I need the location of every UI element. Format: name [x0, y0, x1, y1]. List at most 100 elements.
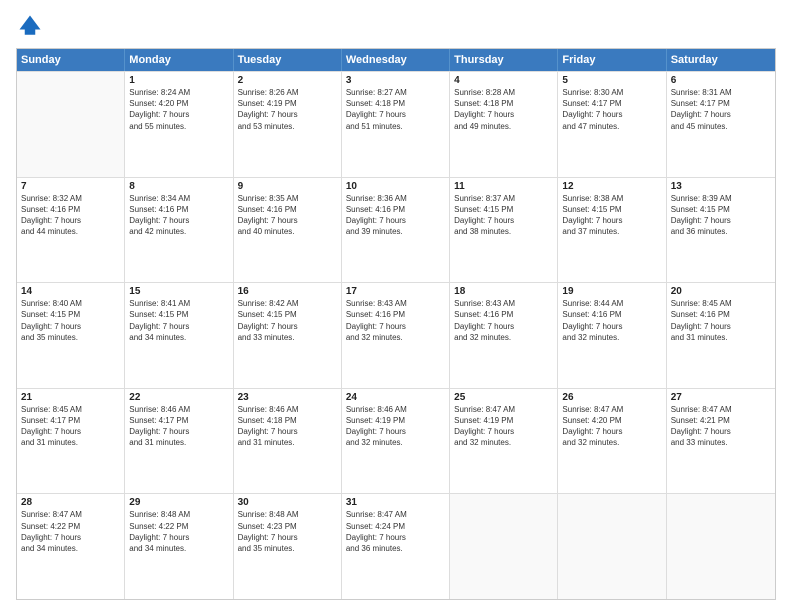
page: SundayMondayTuesdayWednesdayThursdayFrid… [0, 0, 792, 612]
calendar-row: 14Sunrise: 8:40 AMSunset: 4:15 PMDayligh… [17, 282, 775, 388]
cell-text: and 36 minutes. [346, 543, 445, 554]
cell-text: and 47 minutes. [562, 121, 661, 132]
cell-text: Sunrise: 8:46 AM [346, 404, 445, 415]
cell-text: Sunset: 4:20 PM [562, 415, 661, 426]
cell-text: and 31 minutes. [129, 437, 228, 448]
cell-text: Daylight: 7 hours [671, 426, 771, 437]
calendar-row: 28 Sunrise: 8:47 AM Sunset: 4:22 PM Dayligh… [17, 493, 775, 599]
day-number: 1 [129, 75, 228, 86]
cell-text: Sunrise: 8:47 AM [346, 509, 445, 520]
header [16, 12, 776, 40]
day-number: 15 [129, 286, 228, 297]
cell-text: Daylight: 7 hours [346, 321, 445, 332]
calendar-cell: 5Sunrise: 8:30 AMSunset: 4:17 PMDaylight… [558, 72, 666, 177]
cell-text: and 32 minutes. [346, 437, 445, 448]
cell-text: Sunrise: 8:39 AM [671, 193, 771, 204]
cell-text: Sunrise: 8:47 AM [671, 404, 771, 415]
cell-text: Sunset: 4:16 PM [346, 204, 445, 215]
day-number: 8 [129, 181, 228, 192]
day-number: 31 [346, 497, 445, 508]
cell-text: and 39 minutes. [346, 226, 445, 237]
cell-text: Daylight: 7 hours [346, 215, 445, 226]
cell-text: Sunrise: 8:44 AM [562, 298, 661, 309]
calendar-cell: 1Sunrise: 8:24 AMSunset: 4:20 PMDaylight… [125, 72, 233, 177]
logo-icon [16, 12, 44, 40]
day-number: 7 [21, 181, 120, 192]
cell-text: Sunrise: 8:28 AM [454, 87, 553, 98]
cell-text: Sunset: 4:16 PM [454, 309, 553, 320]
cell-text: Daylight: 7 hours [454, 321, 553, 332]
cell-text: Sunset: 4:23 PM [238, 521, 337, 532]
cell-text: Sunset: 4:20 PM [129, 98, 228, 109]
day-number: 27 [671, 392, 771, 403]
cell-text: Sunset: 4:16 PM [671, 309, 771, 320]
cell-text: Daylight: 7 hours [562, 215, 661, 226]
cell-text: Daylight: 7 hours [238, 109, 337, 120]
cell-text: and 55 minutes. [129, 121, 228, 132]
cell-text: Sunset: 4:16 PM [346, 309, 445, 320]
cell-text: Daylight: 7 hours [129, 109, 228, 120]
cell-text: Sunrise: 8:43 AM [454, 298, 553, 309]
cell-text: Sunset: 4:24 PM [346, 521, 445, 532]
day-number: 28 [21, 497, 120, 508]
cell-text: Sunset: 4:18 PM [238, 415, 337, 426]
cell-text: and 35 minutes. [21, 332, 120, 343]
cell-text: Daylight: 7 hours [454, 109, 553, 120]
day-number: 14 [21, 286, 120, 297]
cell-text: Sunset: 4:15 PM [129, 309, 228, 320]
cell-text: Daylight: 7 hours [238, 426, 337, 437]
cell-text: Sunset: 4:17 PM [671, 98, 771, 109]
calendar-header-cell: Wednesday [342, 49, 450, 71]
cell-text: and 33 minutes. [671, 437, 771, 448]
calendar-cell [450, 494, 558, 599]
cell-text: Sunset: 4:16 PM [129, 204, 228, 215]
calendar-cell: 16Sunrise: 8:42 AMSunset: 4:15 PMDayligh… [234, 283, 342, 388]
cell-text: Sunrise: 8:37 AM [454, 193, 553, 204]
calendar-header-cell: Tuesday [234, 49, 342, 71]
cell-text: Sunrise: 8:46 AM [129, 404, 228, 415]
day-number: 11 [454, 181, 553, 192]
calendar-cell: 26Sunrise: 8:47 AMSunset: 4:20 PMDayligh… [558, 389, 666, 494]
day-number: 6 [671, 75, 771, 86]
cell-text: Daylight: 7 hours [562, 321, 661, 332]
calendar-cell: 12Sunrise: 8:38 AMSunset: 4:15 PMDayligh… [558, 178, 666, 283]
cell-text: and 44 minutes. [21, 226, 120, 237]
cell-text: and 32 minutes. [346, 332, 445, 343]
cell-text: and 34 minutes. [21, 543, 120, 554]
cell-text: Sunrise: 8:48 AM [129, 509, 228, 520]
calendar-cell: 11Sunrise: 8:37 AMSunset: 4:15 PMDayligh… [450, 178, 558, 283]
calendar-cell: 25Sunrise: 8:47 AMSunset: 4:19 PMDayligh… [450, 389, 558, 494]
day-number: 17 [346, 286, 445, 297]
cell-text: Daylight: 7 hours [346, 426, 445, 437]
cell-text: and 45 minutes. [671, 121, 771, 132]
day-number: 12 [562, 181, 661, 192]
day-number: 30 [238, 497, 337, 508]
calendar-cell [17, 72, 125, 177]
cell-text: Sunset: 4:15 PM [454, 204, 553, 215]
cell-text: Daylight: 7 hours [129, 321, 228, 332]
day-number: 26 [562, 392, 661, 403]
calendar-cell: 6Sunrise: 8:31 AMSunset: 4:17 PMDaylight… [667, 72, 775, 177]
calendar-header-cell: Monday [125, 49, 233, 71]
calendar-cell: 31Sunrise: 8:47 AMSunset: 4:24 PMDayligh… [342, 494, 450, 599]
cell-text: and 35 minutes. [238, 543, 337, 554]
calendar-cell: 4Sunrise: 8:28 AMSunset: 4:18 PMDaylight… [450, 72, 558, 177]
cell-text: Sunset: 4:16 PM [21, 204, 120, 215]
day-number: 29 [129, 497, 228, 508]
calendar-row: 21Sunrise: 8:45 AMSunset: 4:17 PMDayligh… [17, 388, 775, 494]
calendar-body: 1Sunrise: 8:24 AMSunset: 4:20 PMDaylight… [17, 71, 775, 599]
cell-text: Sunrise: 8:42 AM [238, 298, 337, 309]
cell-text: Sunrise: 8:30 AM [562, 87, 661, 98]
day-number: 3 [346, 75, 445, 86]
cell-text: Daylight: 7 hours [671, 321, 771, 332]
cell-text: Sunset: 4:16 PM [238, 204, 337, 215]
day-number: 5 [562, 75, 661, 86]
cell-text: Daylight: 7 hours [346, 532, 445, 543]
day-number: 4 [454, 75, 553, 86]
cell-text: Sunset: 4:22 PM [21, 521, 120, 532]
cell-text: and 32 minutes. [562, 332, 661, 343]
cell-text: and 36 minutes. [671, 226, 771, 237]
cell-text: and 34 minutes. [129, 543, 228, 554]
cell-text: Daylight: 7 hours [346, 109, 445, 120]
cell-text: and 32 minutes. [454, 437, 553, 448]
